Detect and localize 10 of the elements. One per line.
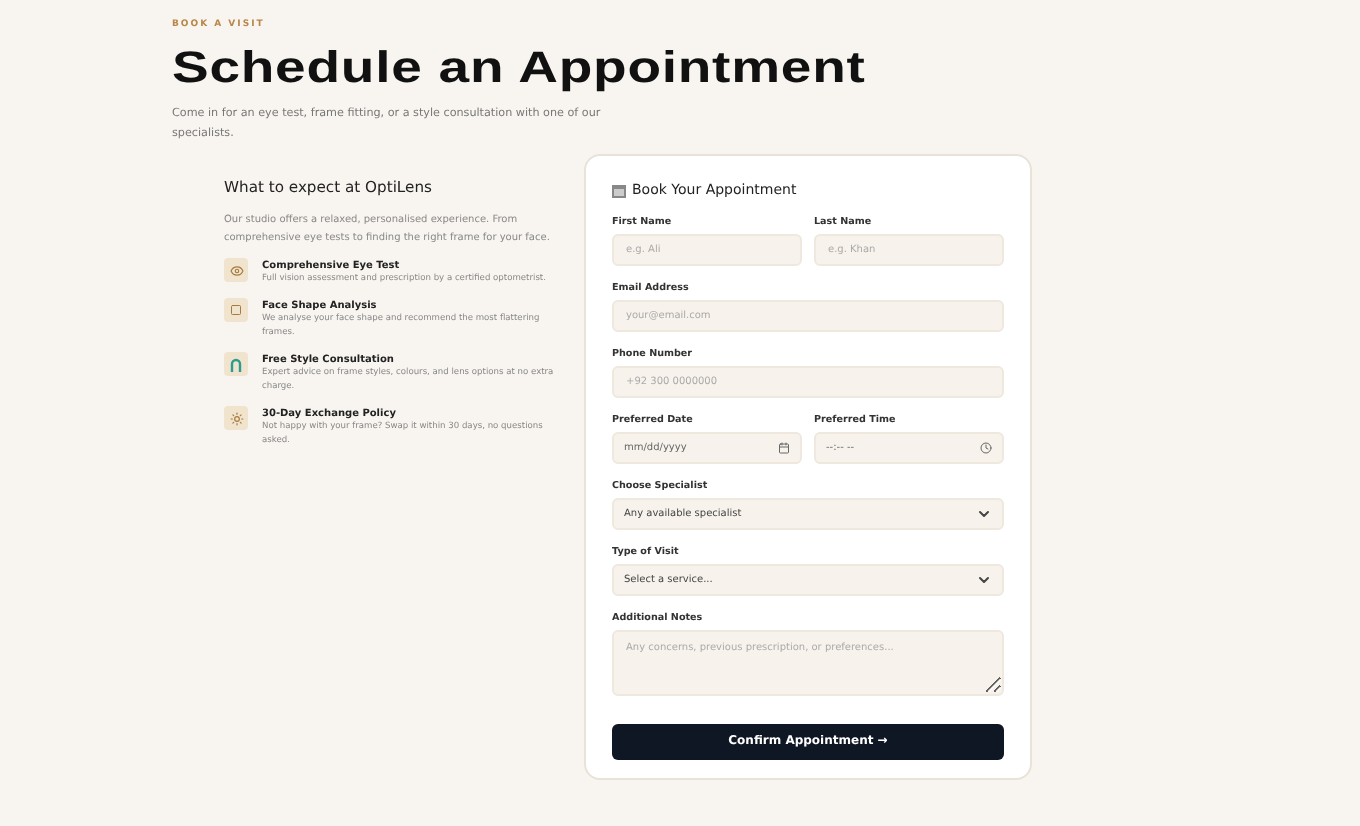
eye-icon (229, 263, 243, 277)
sun-icon (229, 411, 243, 425)
page-title: Schedule an Appointment (172, 42, 868, 94)
calendar-icon (612, 183, 626, 197)
clock-icon (980, 442, 992, 454)
chevron-icon (976, 506, 992, 522)
chevron-icon (976, 572, 992, 588)
arch-icon (230, 357, 242, 371)
square-icon (230, 304, 242, 316)
calendar-icon (778, 442, 790, 454)
